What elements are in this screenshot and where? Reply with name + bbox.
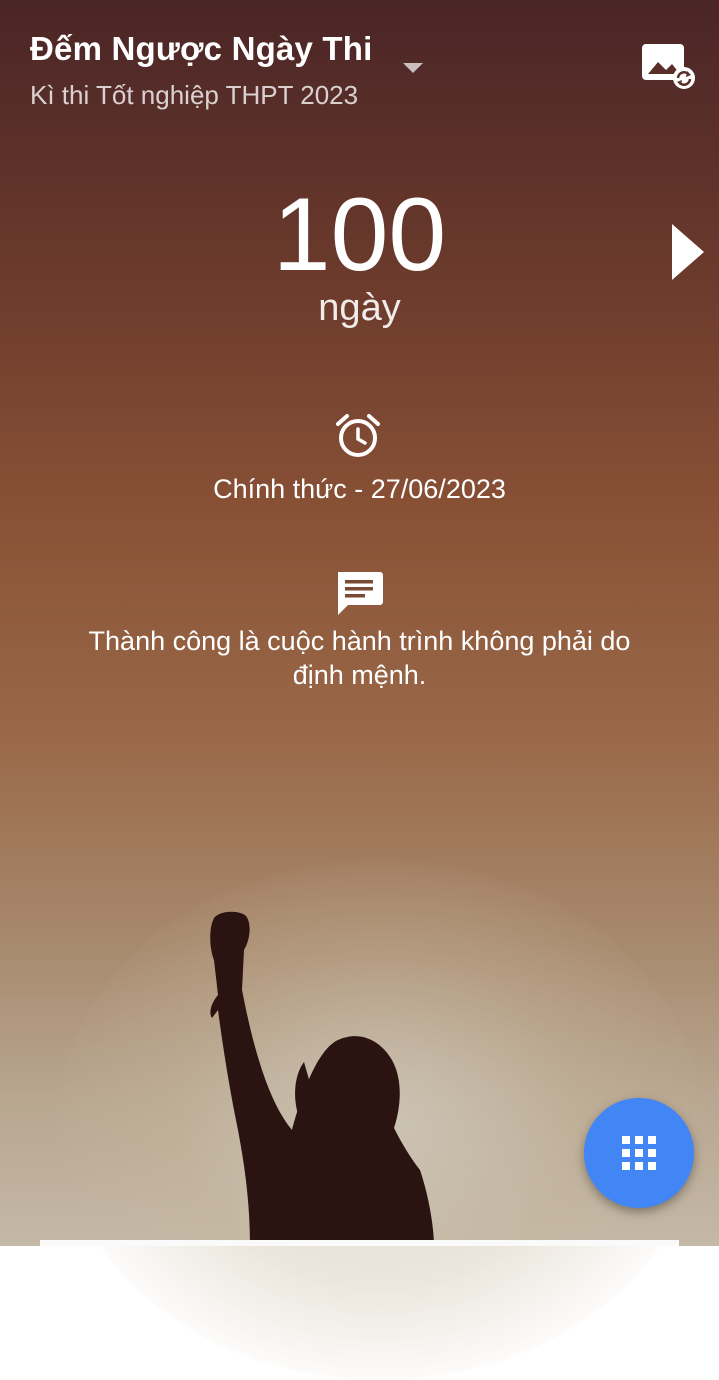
chevron-right-icon[interactable]	[668, 220, 708, 284]
exam-subtitle: Kì thi Tốt nghiệp THPT 2023	[30, 80, 359, 110]
days-remaining: 100	[272, 177, 447, 293]
alarm-clock-icon	[334, 412, 382, 460]
exam-date: Chính thức - 27/06/2023	[213, 474, 506, 504]
header: Đếm Ngược Ngày Thi	[30, 30, 373, 68]
page-title[interactable]: Đếm Ngược Ngày Thi	[30, 30, 373, 68]
caret-down-icon[interactable]	[403, 63, 423, 73]
days-unit: ngày	[318, 287, 401, 329]
apps-grid-icon	[622, 1136, 656, 1170]
apps-grid-button[interactable]	[584, 1098, 694, 1208]
motivational-quote: Thành công là cuộc hành trình không phải…	[88, 626, 631, 690]
message-icon	[334, 570, 384, 616]
bottom-sheet-edge	[40, 1240, 679, 1246]
image-refresh-icon[interactable]	[640, 42, 698, 92]
